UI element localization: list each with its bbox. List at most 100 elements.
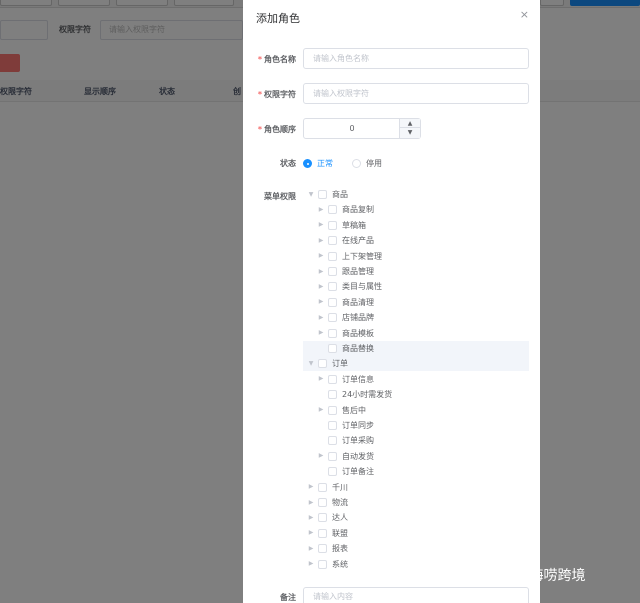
tree-subnode[interactable]: ▶ 自动发货 bbox=[303, 449, 529, 464]
tree-checkbox[interactable] bbox=[328, 344, 337, 353]
tree-node-label: 跟品管理 bbox=[342, 267, 374, 276]
tree-node[interactable]: ▼ 订单 bbox=[303, 356, 529, 372]
tree-subnode[interactable]: ▶24小时需发货 bbox=[303, 387, 529, 402]
tree-subnode[interactable]: ▶ 类目与属性 bbox=[303, 279, 529, 294]
permission-label: * 权限字符 bbox=[243, 89, 296, 100]
tree-node[interactable]: ▼ 商品 bbox=[303, 187, 529, 202]
role-name-label-text: 角色名称 bbox=[264, 55, 296, 64]
caret-right-icon[interactable]: ▶ bbox=[317, 452, 325, 460]
caret-right-icon[interactable]: ▶ bbox=[307, 560, 315, 568]
caret-right-icon[interactable]: ▶ bbox=[317, 406, 325, 414]
tree-checkbox[interactable] bbox=[318, 544, 327, 554]
tree-subnode[interactable]: ▶ 商品模板 bbox=[303, 326, 529, 341]
caret-down-icon[interactable]: ▼ bbox=[307, 360, 315, 368]
tree-subnode[interactable]: ▶ 跟品管理 bbox=[303, 264, 529, 279]
status-radio-normal[interactable]: 正常 bbox=[303, 158, 333, 169]
tree-node[interactable]: ▶ 物流 bbox=[303, 495, 529, 510]
tree-checkbox[interactable] bbox=[318, 559, 327, 569]
tree-node-label: 类目与属性 bbox=[342, 282, 382, 292]
caret-right-icon[interactable]: ▶ bbox=[317, 283, 325, 291]
tree-checkbox[interactable] bbox=[318, 498, 327, 507]
tree-checkbox[interactable] bbox=[318, 513, 327, 523]
tree-node-label: 商品模板 bbox=[342, 328, 374, 338]
caret-right-icon[interactable]: ▶ bbox=[307, 499, 315, 507]
tree-checkbox[interactable] bbox=[328, 436, 337, 446]
tree-checkbox[interactable] bbox=[328, 220, 337, 230]
tree-checkbox[interactable] bbox=[328, 313, 337, 323]
caret-right-icon[interactable]: ▶ bbox=[317, 375, 325, 383]
role-order-stepper[interactable]: 0 ▲ ▼ bbox=[303, 118, 421, 139]
radio-dot-icon[interactable] bbox=[303, 159, 312, 168]
status-option-label: 正常 bbox=[317, 159, 333, 168]
tree-subnode[interactable]: ▶订单备注 bbox=[303, 464, 529, 479]
tree-subnode[interactable]: ▶ 草稿箱 bbox=[303, 218, 529, 233]
tree-checkbox[interactable] bbox=[328, 236, 337, 246]
caret-right-icon[interactable]: ▶ bbox=[317, 237, 325, 245]
chevron-down-icon[interactable]: ▼ bbox=[400, 128, 420, 137]
tree-subnode[interactable]: ▶ 在线产品 bbox=[303, 233, 529, 248]
tree-node[interactable]: ▶ 报表 bbox=[303, 541, 529, 556]
tree-checkbox[interactable] bbox=[318, 482, 327, 492]
role-order-value[interactable]: 0 bbox=[304, 119, 400, 138]
tree-node-label: 订单信息 bbox=[342, 374, 374, 384]
tree-checkbox[interactable] bbox=[328, 328, 337, 338]
tree-node[interactable]: ▶ 达人 bbox=[303, 510, 529, 525]
tree-checkbox[interactable] bbox=[328, 282, 337, 292]
tree-subnode[interactable]: ▶商品替换 bbox=[303, 341, 529, 356]
caret-right-icon[interactable]: ▶ bbox=[317, 298, 325, 306]
role-name-input[interactable]: 请输入角色名称 bbox=[303, 48, 529, 69]
tree-checkbox[interactable] bbox=[328, 267, 337, 276]
tree-node[interactable]: ▶ 联盟 bbox=[303, 526, 529, 541]
tree-checkbox[interactable] bbox=[328, 205, 337, 215]
tree-checkbox[interactable] bbox=[328, 421, 337, 430]
tree-node-label: 在线产品 bbox=[342, 236, 374, 246]
status-radio-disabled[interactable]: 停用 bbox=[352, 158, 382, 169]
caret-right-icon[interactable]: ▶ bbox=[317, 221, 325, 229]
remark-input[interactable]: 请输入内容 bbox=[303, 587, 529, 603]
tree-node-label: 售后中 bbox=[342, 405, 366, 415]
tree-subnode[interactable]: ▶订单采购 bbox=[303, 433, 529, 448]
radio-dot-icon[interactable] bbox=[352, 159, 361, 168]
tree-subnode[interactable]: ▶订单同步 bbox=[303, 418, 529, 433]
tree-node[interactable]: ▶ 千川 bbox=[303, 480, 529, 495]
tree-node-label: 自动发货 bbox=[342, 451, 374, 461]
caret-right-icon[interactable]: ▶ bbox=[317, 268, 325, 276]
tree-subnode[interactable]: ▶ 订单信息 bbox=[303, 372, 529, 387]
tree-subnode[interactable]: ▶ 上下架管理 bbox=[303, 249, 529, 264]
caret-right-icon[interactable]: ▶ bbox=[307, 529, 315, 537]
caret-right-icon[interactable]: ▶ bbox=[317, 329, 325, 337]
tree-checkbox[interactable] bbox=[328, 251, 337, 261]
role-order-label-text: 角色顺序 bbox=[264, 125, 296, 134]
caret-right-icon[interactable]: ▶ bbox=[317, 314, 325, 322]
tree-node-label: 千川 bbox=[332, 482, 348, 492]
required-mark: * bbox=[257, 125, 262, 134]
tree-checkbox[interactable] bbox=[318, 190, 327, 199]
caret-right-icon[interactable]: ▶ bbox=[317, 252, 325, 260]
tree-subnode[interactable]: ▶ 店铺品牌 bbox=[303, 310, 529, 325]
tree-checkbox[interactable] bbox=[328, 451, 337, 461]
role-order-label: * 角色顺序 bbox=[243, 124, 296, 135]
tree-subnode[interactable]: ▶ 售后中 bbox=[303, 403, 529, 418]
caret-right-icon[interactable]: ▶ bbox=[317, 206, 325, 214]
tree-node-label: 订单采购 bbox=[342, 436, 374, 446]
tree-checkbox[interactable] bbox=[328, 405, 337, 415]
tree-subnode[interactable]: ▶ 商品复制 bbox=[303, 202, 529, 217]
tree-node-label: 联盟 bbox=[332, 528, 348, 538]
tree-node-label: 订单同步 bbox=[342, 421, 374, 430]
permission-input[interactable]: 请输入权限字符 bbox=[303, 83, 529, 104]
tree-checkbox[interactable] bbox=[328, 467, 337, 477]
tree-subnode[interactable]: ▶ 商品清理 bbox=[303, 295, 529, 310]
caret-down-icon[interactable]: ▼ bbox=[307, 191, 315, 199]
caret-right-icon[interactable]: ▶ bbox=[307, 545, 315, 553]
tree-node-label: 商品复制 bbox=[342, 205, 374, 215]
tree-checkbox[interactable] bbox=[318, 528, 327, 538]
tree-checkbox[interactable] bbox=[328, 390, 337, 400]
menu-permission-label: 菜单权限 bbox=[264, 192, 296, 201]
tree-checkbox[interactable] bbox=[318, 359, 327, 369]
tree-checkbox[interactable] bbox=[328, 374, 337, 384]
tree-checkbox[interactable] bbox=[328, 297, 337, 307]
caret-right-icon[interactable]: ▶ bbox=[307, 514, 315, 522]
close-icon[interactable]: × bbox=[520, 8, 529, 21]
caret-right-icon[interactable]: ▶ bbox=[307, 483, 315, 491]
chevron-up-icon[interactable]: ▲ bbox=[400, 119, 420, 128]
